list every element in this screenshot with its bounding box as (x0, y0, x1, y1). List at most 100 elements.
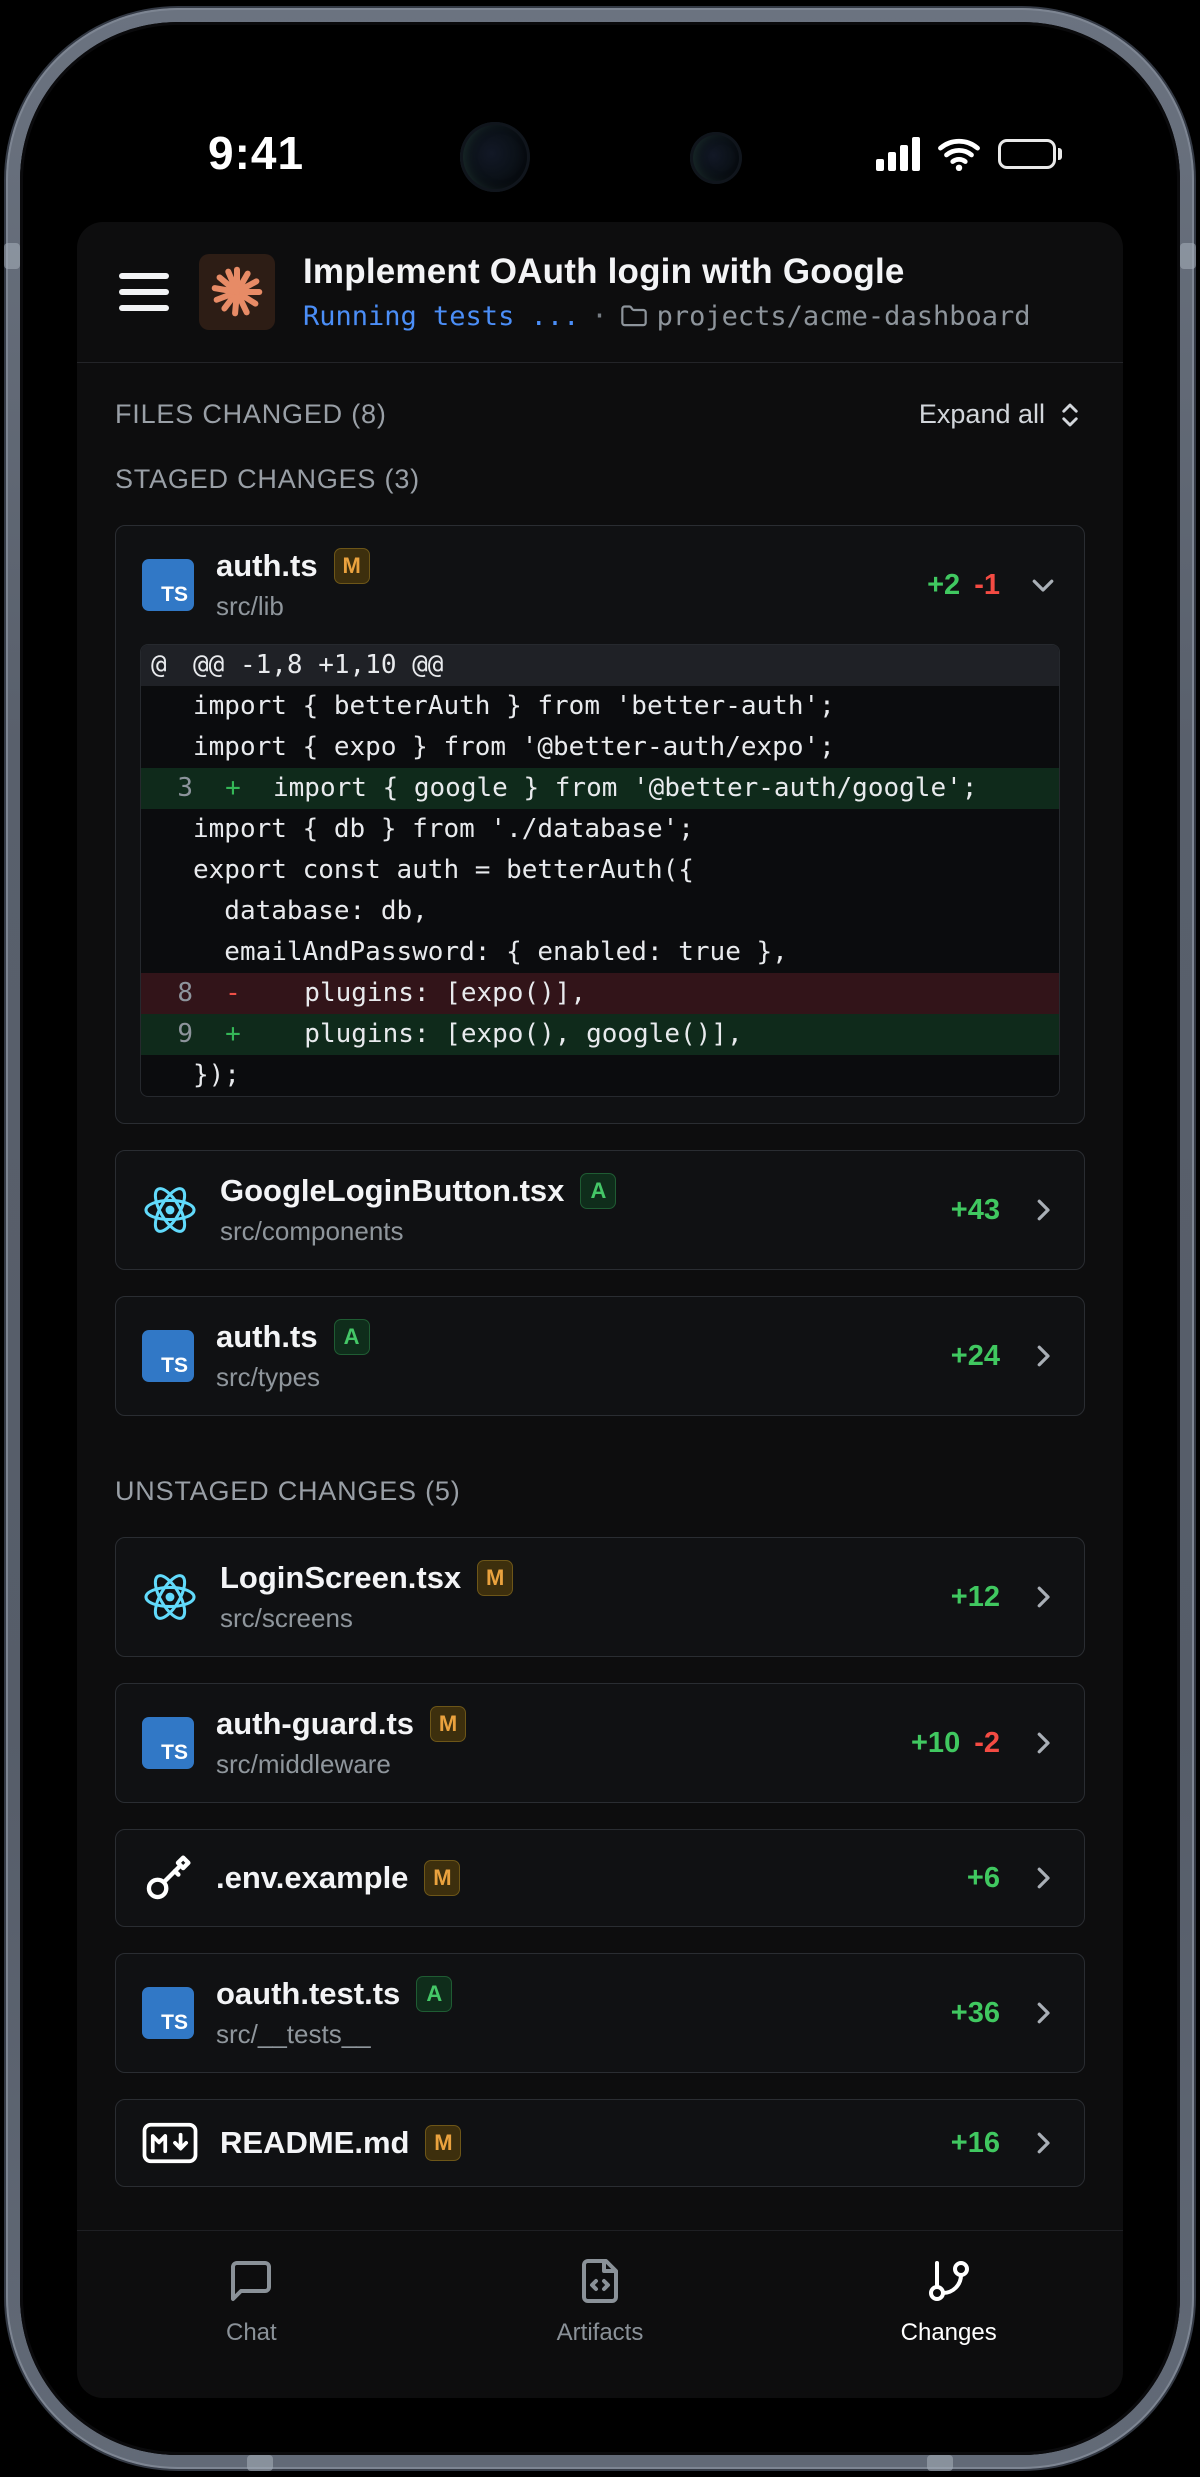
chevron-right-icon[interactable] (1028, 1728, 1058, 1758)
task-status: Running tests ... (303, 301, 580, 332)
file-card[interactable]: GoogleLoginButton.tsx Asrc/components +43 (115, 1150, 1085, 1270)
tab-label: Artifacts (556, 2319, 644, 2346)
tab-artifacts[interactable]: Artifacts (426, 2257, 775, 2347)
diff-row: emailAndPassword: { enabled: true }, (141, 932, 1059, 973)
diff-row: import { db } from './database'; (141, 809, 1059, 850)
tab-chat[interactable]: Chat (77, 2257, 426, 2347)
file-name: GoogleLoginButton.tsx (220, 1173, 565, 1208)
diff-code: plugins: [expo()], (273, 978, 587, 1008)
file-row[interactable]: GoogleLoginButton.tsx Asrc/components +43 (116, 1151, 1084, 1269)
file-row[interactable]: TS auth-guard.ts Msrc/middleware +10 -2 (116, 1684, 1084, 1802)
status-badge: M (430, 1706, 467, 1742)
status-badge: M (424, 1860, 461, 1896)
file-name: README.md (220, 2125, 410, 2160)
typescript-icon: TS (142, 1330, 194, 1382)
file-name: LoginScreen.tsx (220, 1560, 462, 1595)
artifact-icon (576, 2257, 624, 2305)
status-badge: A (416, 1976, 453, 2012)
diff-row: export const auth = betterAuth({ (141, 850, 1059, 891)
file-path: src/lib (216, 591, 284, 621)
additions-count: +16 (950, 2126, 1000, 2159)
staged-section-title: STAGED CHANGES (3) (115, 464, 420, 494)
diff-sign: + (225, 1019, 241, 1049)
file-stats: +24 (951, 1340, 1058, 1373)
diff-line-number: @ (151, 650, 167, 680)
file-row[interactable]: README.md M +16 (116, 2100, 1084, 2186)
diff-line-number: 9 (177, 1019, 193, 1049)
battery-icon (998, 139, 1062, 169)
diff-code: export const auth = betterAuth({ (193, 855, 694, 885)
diff-row: import { expo } from '@better-auth/expo'… (141, 727, 1059, 768)
status-badge: M (333, 548, 370, 584)
file-card[interactable]: TS auth.ts Asrc/types +24 (115, 1296, 1085, 1416)
chevron-right-icon[interactable] (1028, 1195, 1058, 1225)
files-changed-label: FILES CHANGED (8) (115, 399, 387, 429)
file-stats: +43 (951, 1194, 1058, 1227)
camera-lens-icon (690, 132, 742, 184)
chevrons-up-down-icon (1062, 403, 1078, 426)
diff-code: import { betterAuth } from 'better-auth'… (193, 691, 835, 721)
file-row[interactable]: TS auth.ts Msrc/lib +2 -1 (116, 526, 1084, 644)
tab-bar: Chat Artifacts Changes (77, 2230, 1123, 2398)
tab-changes[interactable]: Changes (774, 2257, 1123, 2347)
file-info: LoginScreen.tsx Msrc/screens (220, 1560, 514, 1634)
file-row[interactable]: LoginScreen.tsx Msrc/screens +12 (116, 1538, 1084, 1656)
file-name: oauth.test.ts (216, 1976, 401, 2011)
starburst-icon (211, 266, 263, 317)
expand-all-button[interactable]: Expand all (919, 399, 1085, 430)
typescript-icon: TS (142, 559, 194, 611)
diff-row: database: db, (141, 891, 1059, 932)
file-stats: +10 -2 (911, 1727, 1058, 1760)
app-header: Implement OAuth login with Google Runnin… (77, 222, 1123, 363)
chevron-right-icon[interactable] (1028, 2128, 1058, 2158)
chevron-right-icon[interactable] (1028, 1582, 1058, 1612)
file-stats: +6 (967, 1862, 1058, 1895)
chevron-right-icon[interactable] (1028, 1341, 1058, 1371)
diff-sign: - (225, 978, 241, 1008)
collapse-chevron-icon[interactable] (1028, 570, 1058, 600)
file-row[interactable]: TS oauth.test.ts Asrc/__tests__ +36 (116, 1954, 1084, 2072)
camera-lens-icon (460, 122, 530, 192)
file-path: src/middleware (216, 1749, 391, 1779)
file-name: .env.example (216, 1860, 409, 1895)
file-card[interactable]: README.md M +16 (115, 2099, 1085, 2187)
markdown-icon (142, 2122, 198, 2164)
menu-button[interactable] (117, 267, 171, 317)
deletions-count: -1 (974, 568, 1000, 601)
file-info: auth.ts Asrc/types (216, 1319, 370, 1393)
diff-row: 9 + plugins: [expo(), google()], (141, 1014, 1059, 1055)
app-logo (199, 254, 275, 330)
separator-dot: · (591, 301, 608, 332)
wifi-icon (936, 136, 982, 172)
diff-code: database: db, (193, 896, 428, 926)
chevron-right-icon[interactable] (1028, 1998, 1058, 2028)
file-stats: +16 (951, 2127, 1058, 2160)
chevron-right-icon[interactable] (1028, 1863, 1058, 1893)
react-icon (142, 1569, 198, 1625)
expand-all-label: Expand all (918, 399, 1045, 429)
diff-row: import { betterAuth } from 'better-auth'… (141, 686, 1059, 727)
file-card[interactable]: TS auth.ts Msrc/lib +2 -1 @ @@ -1,8 +1,10 @@ im… (115, 525, 1085, 1124)
file-card[interactable]: TS auth-guard.ts Msrc/middleware +10 -2 (115, 1683, 1085, 1803)
file-row[interactable]: TS auth.ts Asrc/types +24 (116, 1297, 1084, 1415)
diff-code: plugins: [expo(), google()], (273, 1019, 743, 1049)
diff-code: import { db } from './database'; (193, 814, 694, 844)
diff-row: 8 - plugins: [expo()], (141, 973, 1059, 1014)
tab-label: Changes (900, 2319, 997, 2346)
file-card[interactable]: .env.example M +6 (115, 1829, 1085, 1927)
diff-sign: + (225, 773, 241, 803)
file-card[interactable]: LoginScreen.tsx Msrc/screens +12 (115, 1537, 1085, 1657)
additions-count: +10 (911, 1726, 961, 1759)
react-icon (142, 1182, 198, 1238)
changes-content: FILES CHANGED (8) Expand all STAGED CHAN… (77, 363, 1123, 2230)
cellular-signal-icon (876, 137, 920, 171)
file-stats: +2 -1 (927, 569, 1058, 602)
typescript-icon: TS (142, 1717, 194, 1769)
file-row[interactable]: .env.example M +6 (116, 1830, 1084, 1926)
file-path: src/screens (220, 1603, 353, 1633)
file-info: README.md M (220, 2125, 462, 2161)
file-card[interactable]: TS oauth.test.ts Asrc/__tests__ +36 (115, 1953, 1085, 2073)
file-path: src/types (216, 1362, 321, 1392)
project-path: projects/acme-dashboard (656, 301, 1031, 332)
file-info: auth-guard.ts Msrc/middleware (216, 1706, 467, 1780)
